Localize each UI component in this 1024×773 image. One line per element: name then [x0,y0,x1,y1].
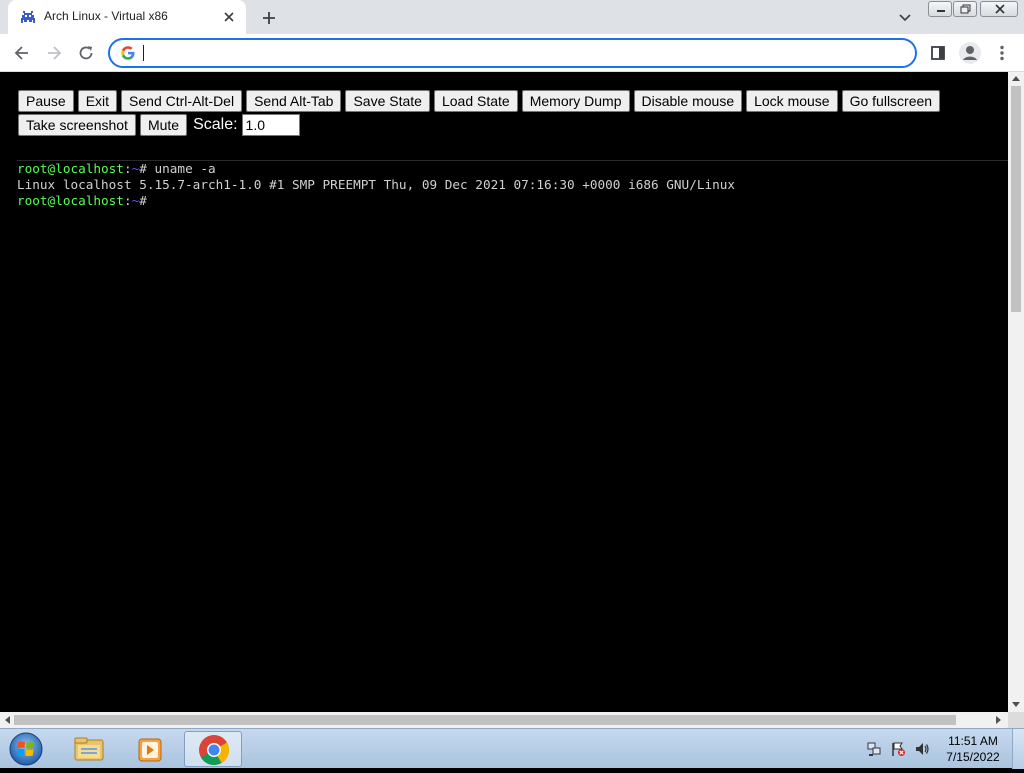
kebab-menu-icon[interactable] [992,43,1012,63]
taskbar: 11:51 AM 7/15/2022 [0,728,1024,769]
mute-button[interactable]: Mute [139,114,188,136]
prompt-user: root@localhost [17,193,124,208]
minimize-icon [937,10,945,12]
show-desktop-button[interactable] [1012,729,1024,769]
address-bar-input[interactable] [142,43,902,63]
new-tab-plus-icon[interactable] [258,7,280,29]
load-state-button[interactable]: Load State [433,90,518,112]
memory-dump-button[interactable]: Memory Dump [521,90,630,112]
omnibox[interactable] [108,38,917,68]
controls-row-1: Pause Exit Send Ctrl-Alt-Del Send Alt-Tab Sa… [18,90,978,114]
tab-search-chevron-down-icon[interactable] [896,8,914,26]
space-invader-icon [21,11,35,23]
horizontal-scrollbar-thumb[interactable] [14,715,956,725]
window-close-button[interactable] [980,1,1018,17]
pause-button[interactable]: Pause [18,90,74,112]
prompt-separator: : [123,161,132,176]
emulator-controls: Pause Exit Send Ctrl-Alt-Del Send Alt-Tab Sa… [18,90,978,138]
horizontal-scrollbar[interactable] [0,712,1008,728]
windows-explorer-icon [74,737,104,761]
scale-input[interactable] [241,114,300,136]
emulator-page: Pause Exit Send Ctrl-Alt-Del Send Alt-Tab Sa… [0,72,1008,712]
close-tab-icon[interactable] [220,8,238,26]
start-orb-icon[interactable] [6,731,46,767]
scroll-right-arrow-icon[interactable] [996,716,1001,724]
scroll-down-arrow-icon[interactable] [1012,702,1020,707]
prompt-separator: : [123,193,132,208]
close-window-icon [995,4,1005,14]
browser-toolbar [0,34,1024,72]
side-panel-icon[interactable] [928,43,948,63]
restore-icon [960,4,971,14]
vertical-scrollbar-thumb[interactable] [1011,86,1021,312]
scale-label: Scale: [193,116,238,133]
taskbar-explorer[interactable] [60,731,118,767]
vertical-scrollbar[interactable] [1008,72,1024,712]
prompt-symbol: # [139,161,147,176]
exit-button[interactable]: Exit [77,90,118,112]
media-player-icon [138,738,162,762]
emulator-screen[interactable]: root@localhost:~# uname -a Linux localho… [17,160,1008,712]
network-icon[interactable] [866,741,882,757]
clock-date[interactable]: 7/15/2022 [940,750,1006,764]
scroll-left-arrow-icon[interactable] [5,716,10,724]
save-state-button[interactable]: Save State [345,90,430,112]
window-restore-button[interactable] [953,1,977,17]
browser-tab-active[interactable]: Arch Linux - Virtual x86 [8,0,246,34]
terminal-line: root@localhost:~# [17,193,147,209]
action-center-flag-icon[interactable] [890,741,906,757]
controls-row-2: Take screenshot Mute Scale: [18,114,978,138]
send-alt-tab-button[interactable]: Send Alt-Tab [246,90,342,112]
clock-time[interactable]: 11:51 AM [940,734,1006,748]
take-screenshot-button[interactable]: Take screenshot [18,114,136,136]
taskbar-chrome[interactable] [184,731,242,767]
profile-avatar-icon[interactable] [958,41,982,65]
terminal-line: root@localhost:~# uname -a [17,161,216,177]
text-caret [143,45,144,61]
taskbar-media-player[interactable] [122,731,180,767]
prompt-symbol: # [139,193,147,208]
terminal-output-line: Linux localhost 5.15.7-arch1-1.0 #1 SMP … [17,177,736,192]
chrome-icon [199,735,229,766]
reload-icon[interactable] [76,43,96,63]
disable-mouse-button[interactable]: Disable mouse [633,90,743,112]
tab-strip: Arch Linux - Virtual x86 [0,0,1024,34]
terminal-command: uname -a [146,161,216,176]
window-minimize-button[interactable] [928,1,952,17]
prompt-user: root@localhost [17,161,124,176]
send-ctrl-alt-del-button[interactable]: Send Ctrl-Alt-Del [121,90,243,112]
tab-title: Arch Linux - Virtual x86 [44,9,168,23]
scroll-up-arrow-icon[interactable] [1012,76,1020,81]
google-g-icon [121,46,135,60]
forward-arrow-icon[interactable] [44,43,64,63]
go-fullscreen-button[interactable]: Go fullscreen [841,90,941,112]
scrollbar-corner [1008,712,1024,728]
volume-icon[interactable] [914,741,930,757]
back-arrow-icon[interactable] [12,43,32,63]
lock-mouse-button[interactable]: Lock mouse [746,90,838,112]
